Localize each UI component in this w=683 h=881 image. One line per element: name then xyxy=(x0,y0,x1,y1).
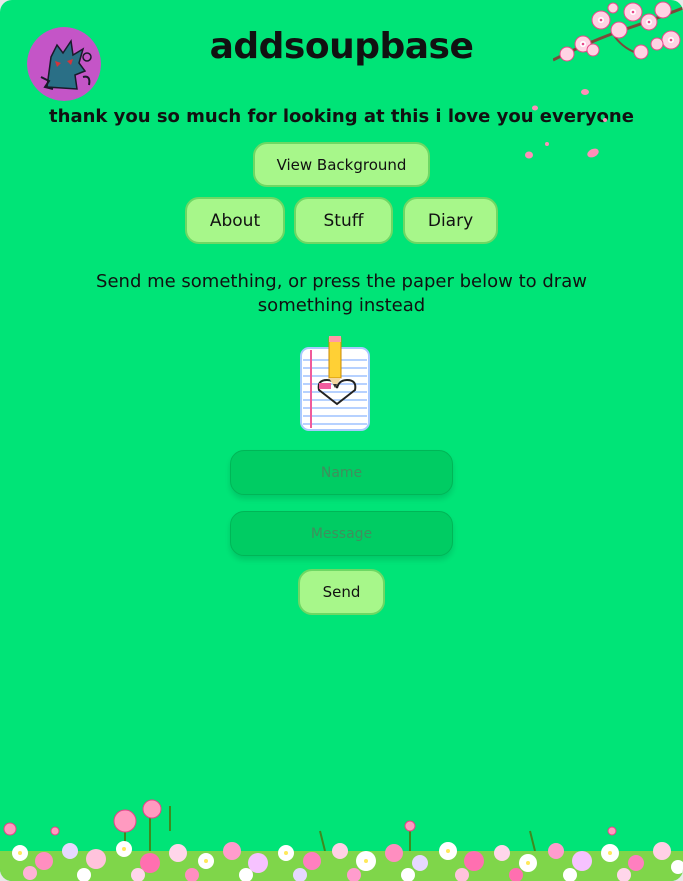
message-input[interactable] xyxy=(230,511,453,556)
form-prompt: Send me something, or press the paper be… xyxy=(96,271,587,316)
flower-garden-icon xyxy=(0,799,683,881)
view-background-button[interactable]: View Background xyxy=(253,142,430,187)
falling-petals-icon xyxy=(525,89,607,159)
diary-button[interactable]: Diary xyxy=(403,197,498,244)
page: addsoupbase thank you so much for lookin… xyxy=(0,0,683,881)
drawing-paper-icon[interactable] xyxy=(297,336,373,432)
send-button[interactable]: Send xyxy=(298,569,385,615)
name-input[interactable] xyxy=(230,450,453,495)
stuff-button[interactable]: Stuff xyxy=(294,197,393,244)
cherry-blossom-icon xyxy=(553,1,683,62)
about-button[interactable]: About xyxy=(185,197,285,244)
